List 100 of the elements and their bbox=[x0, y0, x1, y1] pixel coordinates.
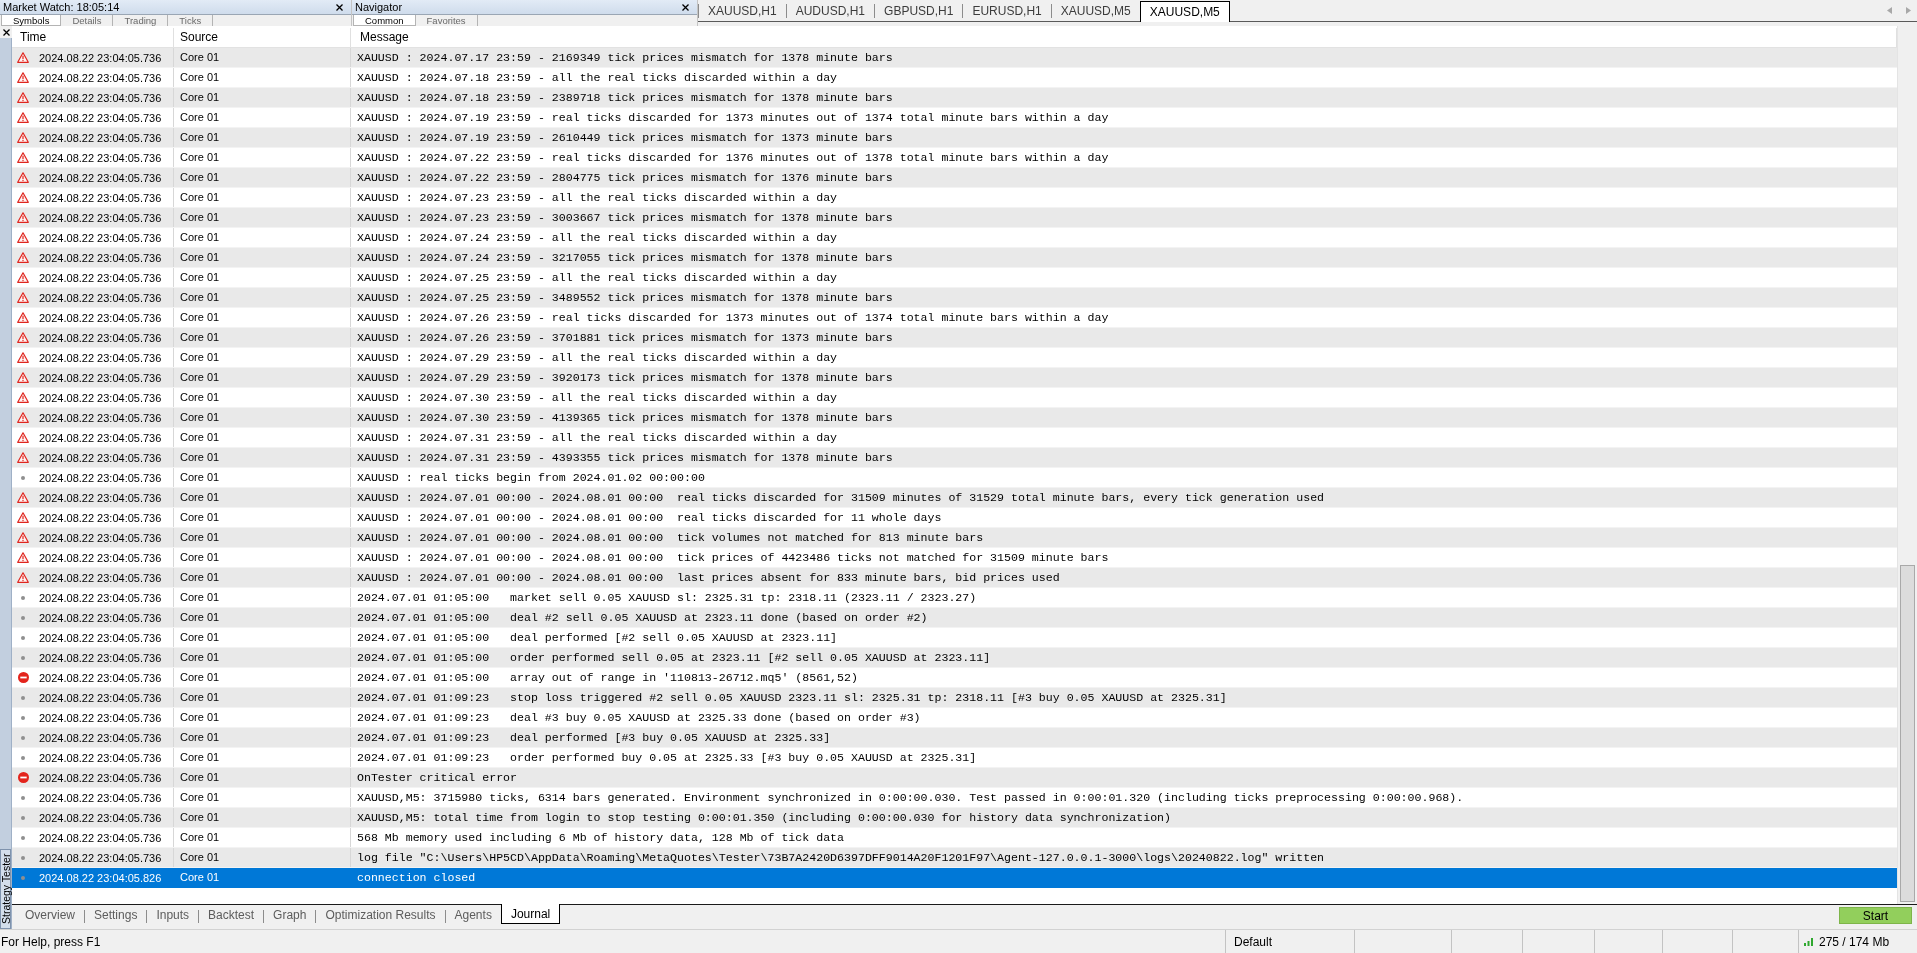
message-cell-text: 2024.07.01 01:09:23 order performed buy 0.05 at 2325.33 [#3 buy 0.05 XAUUSD at 2325.31] bbox=[356, 750, 978, 766]
close-icon[interactable] bbox=[336, 3, 343, 11]
log-row[interactable]: 2024.08.22 23:04:05.736 Core 01 XAUUSD : 2024.07.26 23:59 - real ticks discarded for 1373 minutes out of 1374 total minute bars within a day bbox=[12, 308, 1897, 328]
panel-tab[interactable]: Symbols bbox=[1, 15, 62, 26]
log-row[interactable]: 2024.08.22 23:04:05.736 Core 01 2024.07.01 01:05:00 order performed sell 0.05 at 2323.11 [#2 sell 0.05 XAUUSD at 2323.11] bbox=[12, 648, 1897, 668]
chart-tab[interactable]: AUDUSD,H1 bbox=[786, 1, 875, 20]
log-row[interactable]: 2024.08.22 23:04:05.736 Core 01 XAUUSD : 2024.07.24 23:59 - 3217055 tick prices mismatch for 1378 minute bars bbox=[12, 248, 1897, 268]
timestamp: 2024.08.22 23:04:05.736 bbox=[39, 551, 162, 564]
log-row[interactable]: 2024.08.22 23:04:05.736 Core 01 XAUUSD : 2024.07.01 00:00 - 2024.08.01 00:00 real ticks discarded for 11 whole days bbox=[12, 508, 1897, 528]
log-row[interactable]: 2024.08.22 23:04:05.736 Core 01 XAUUSD : 2024.07.01 00:00 - 2024.08.01 00:00 real ticks discarded for 31509 minutes of 31529 total minute bars, every tick generation used bbox=[12, 488, 1897, 508]
tab[interactable]: Overview bbox=[16, 905, 84, 924]
warning-icon bbox=[17, 552, 29, 563]
log-row[interactable]: 2024.08.22 23:04:05.736 Core 01 2024.07.01 01:09:23 deal performed [#3 buy 0.05 XAUUSD at 2325.33] bbox=[12, 728, 1897, 748]
source-cell: Core 01 bbox=[174, 788, 351, 807]
timestamp: 2024.08.22 23:04:05.736 bbox=[39, 571, 162, 584]
log-row[interactable]: 2024.08.22 23:04:05.736 Core 01 XAUUSD : real ticks begin from 2024.01.02 00:00:00 bbox=[12, 468, 1897, 488]
scroll-right-icon[interactable] bbox=[1906, 7, 1911, 14]
scrollbar[interactable] bbox=[1897, 26, 1917, 904]
column-header[interactable]: Source bbox=[174, 28, 351, 47]
source-cell: Core 01 bbox=[174, 468, 351, 487]
timestamp: 2024.08.22 23:04:05.736 bbox=[39, 311, 162, 324]
log-row[interactable]: 2024.08.22 23:04:05.736 Core 01 XAUUSD : 2024.07.30 23:59 - all the real ticks discarded within a day bbox=[12, 388, 1897, 408]
log-row[interactable]: 2024.08.22 23:04:05.736 Core 01 log file "C:\Users\HP5CD\AppData\Roaming\MetaQuotes\Tester\73B7A2420D6397DFF9014A20F1201F97\Agent-127.0.0.1-3000\logs\20240822.log" written bbox=[12, 848, 1897, 868]
tab[interactable]: Journal bbox=[500, 904, 561, 924]
info-dot-icon bbox=[21, 855, 25, 860]
log-row[interactable]: 2024.08.22 23:04:05.736 Core 01 XAUUSD : 2024.07.18 23:59 - 2389718 tick prices mismatch for 1378 minute bars bbox=[12, 88, 1897, 108]
log-row[interactable]: 2024.08.22 23:04:05.736 Core 01 XAUUSD : 2024.07.17 23:59 - 2169349 tick prices mismatch for 1378 minute bars bbox=[12, 48, 1897, 68]
scroll-left-icon[interactable] bbox=[1887, 7, 1892, 14]
message-cell-text: XAUUSD : 2024.07.24 23:59 - 3217055 tick prices mismatch for 1378 minute bars bbox=[356, 250, 894, 266]
close-icon[interactable] bbox=[682, 3, 689, 11]
message-cell-text: 2024.07.01 01:09:23 deal performed [#3 buy 0.05 XAUUSD at 2325.33] bbox=[356, 730, 832, 746]
source-cell: Core 01 bbox=[174, 868, 351, 887]
log-row[interactable]: 2024.08.22 23:04:05.736 Core 01 2024.07.01 01:05:00 deal #2 sell 0.05 XAUUSD at 2323.11 done (based on order #2) bbox=[12, 608, 1897, 628]
log-row[interactable]: 2024.08.22 23:04:05.736 Core 01 XAUUSD : 2024.07.24 23:59 - all the real ticks discarded within a day bbox=[12, 228, 1897, 248]
tab[interactable]: Inputs bbox=[147, 905, 199, 924]
log-row[interactable]: 2024.08.22 23:04:05.736 Core 01 XAUUSD : 2024.07.25 23:59 - 3489552 tick prices mismatch for 1378 minute bars bbox=[12, 288, 1897, 308]
tab[interactable]: Agents bbox=[445, 905, 501, 924]
log-row[interactable]: 2024.08.22 23:04:05.736 Core 01 XAUUSD : 2024.07.01 00:00 - 2024.08.01 00:00 tick prices of 4423486 ticks not matched for 31509 minute bars bbox=[12, 548, 1897, 568]
warning-icon bbox=[17, 532, 29, 543]
source-cell: Core 01 bbox=[174, 648, 351, 667]
column-header[interactable]: Time bbox=[12, 28, 174, 47]
log-row[interactable]: 2024.08.22 23:04:05.736 Core 01 2024.07.01 01:05:00 market sell 0.05 XAUUSD sl: 2325.31 tp: 2318.11 (2323.11 / 2323.27) bbox=[12, 588, 1897, 608]
source-cell: Core 01 bbox=[174, 768, 351, 787]
log-row[interactable]: 2024.08.22 23:04:05.736 Core 01 XAUUSD : 2024.07.19 23:59 - real ticks discarded for 1373 minutes out of 1374 total minute bars within a day bbox=[12, 108, 1897, 128]
close-icon[interactable] bbox=[2, 28, 10, 36]
log-row[interactable]: 2024.08.22 23:04:05.736 Core 01 XAUUSD,M5: total time from login to stop testing 0:00:01.350 (including 0:00:00.030 for history data synchronization) bbox=[12, 808, 1897, 828]
message-cell-text: XAUUSD : 2024.07.17 23:59 - 2169349 tick prices mismatch for 1378 minute bars bbox=[356, 50, 894, 66]
log-row[interactable]: 2024.08.22 23:04:05.736 Core 01 2024.07.01 01:05:00 deal performed [#2 sell 0.05 XAUUSD at 2323.11] bbox=[12, 628, 1897, 648]
timestamp: 2024.08.22 23:04:05.736 bbox=[39, 251, 162, 264]
log-row[interactable]: 2024.08.22 23:04:05.736 Core 01 XAUUSD : 2024.07.22 23:59 - real ticks discarded for 1376 minutes out of 1378 total minute bars within a day bbox=[12, 148, 1897, 168]
log-row[interactable]: 2024.08.22 23:04:05.736 Core 01 XAUUSD : 2024.07.25 23:59 - all the real ticks discarded within a day bbox=[12, 268, 1897, 288]
log-row[interactable]: 2024.08.22 23:04:05.736 Core 01 2024.07.01 01:09:23 order performed buy 0.05 at 2325.33 [#3 buy 0.05 XAUUSD at 2325.31] bbox=[12, 748, 1897, 768]
log-row[interactable]: 2024.08.22 23:04:05.736 Core 01 XAUUSD : 2024.07.26 23:59 - 3701881 tick prices mismatch for 1373 minute bars bbox=[12, 328, 1897, 348]
source-cell: Core 01 bbox=[174, 588, 351, 607]
log-row[interactable]: 2024.08.22 23:04:05.736 Core 01 568 Mb memory used including 6 Mb of history data, 128 Mb of tick data bbox=[12, 828, 1897, 848]
log-row[interactable]: 2024.08.22 23:04:05.736 Core 01 2024.07.01 01:05:00 array out of range in '110813-26712.mq5' (8561,52) bbox=[12, 668, 1897, 688]
chart-tab[interactable]: XAUUSD,H1 bbox=[699, 1, 786, 20]
source-cell: Core 01 bbox=[174, 608, 351, 627]
log-row[interactable]: 2024.08.22 23:04:05.736 Core 01 XAUUSD,M5: 3715980 ticks, 6314 bars generated. Environment synchronized in 0:00:00.030. Test passed in 0:00:01.320 (including ticks preprocessing 0:00:00.968). bbox=[12, 788, 1897, 808]
log-row[interactable]: 2024.08.22 23:04:05.736 Core 01 XAUUSD : 2024.07.31 23:59 - 4393355 tick prices mismatch for 1378 minute bars bbox=[12, 448, 1897, 468]
source-cell: Core 01 bbox=[174, 828, 351, 847]
tab[interactable]: Backtest bbox=[199, 905, 264, 924]
source-cell: Core 01 bbox=[174, 668, 351, 687]
timestamp: 2024.08.22 23:04:05.736 bbox=[39, 371, 162, 384]
start-button[interactable]: Start bbox=[1839, 907, 1912, 924]
log-row[interactable]: 2024.08.22 23:04:05.736 Core 01 OnTester critical error bbox=[12, 768, 1897, 788]
log-row[interactable]: 2024.08.22 23:04:05.736 Core 01 XAUUSD : 2024.07.23 23:59 - all the real ticks discarded within a day bbox=[12, 188, 1897, 208]
log-row[interactable]: 2024.08.22 23:04:05.736 Core 01 2024.07.01 01:09:23 deal #3 buy 0.05 XAUUSD at 2325.33 done (based on order #3) bbox=[12, 708, 1897, 728]
log-row[interactable]: 2024.08.22 23:04:05.736 Core 01 2024.07.01 01:09:23 stop loss triggered #2 sell 0.05 XAUUSD 2323.11 sl: 2325.31 tp: 2318.11 [#3 buy 0.05 XAUUSD at 2325.31] bbox=[12, 688, 1897, 708]
tab[interactable]: Settings bbox=[85, 905, 147, 924]
log-row[interactable]: 2024.08.22 23:04:05.736 Core 01 XAUUSD : 2024.07.01 00:00 - 2024.08.01 00:00 tick volumes not matched for 813 minute bars bbox=[12, 528, 1897, 548]
warning-icon bbox=[17, 352, 29, 363]
tab[interactable]: Graph bbox=[264, 905, 316, 924]
log-row[interactable]: 2024.08.22 23:04:05.736 Core 01 XAUUSD : 2024.07.23 23:59 - 3003667 tick prices mismatch for 1378 minute bars bbox=[12, 208, 1897, 228]
log-row[interactable]: 2024.08.22 23:04:05.736 Core 01 XAUUSD : 2024.07.19 23:59 - 2610449 tick prices mismatch for 1373 minute bars bbox=[12, 128, 1897, 148]
chart-tab[interactable]: XAUUSD,M5 bbox=[1051, 1, 1140, 20]
chart-tab[interactable]: GBPUSD,H1 bbox=[875, 1, 963, 20]
source-cell: Core 01 bbox=[174, 728, 351, 747]
log-row[interactable]: 2024.08.22 23:04:05.736 Core 01 XAUUSD : 2024.07.01 00:00 - 2024.08.01 00:00 last prices absent for 833 minute bars, bid prices used bbox=[12, 568, 1897, 588]
chart-tab[interactable]: XAUUSD,M5 bbox=[1139, 1, 1230, 22]
info-dot-icon bbox=[21, 815, 25, 820]
message-cell-text: XAUUSD : 2024.07.31 23:59 - 4393355 tick prices mismatch for 1378 minute bars bbox=[356, 450, 894, 466]
log-row[interactable]: 2024.08.22 23:04:05.826 Core 01 connection closed bbox=[12, 868, 1897, 888]
source-cell: Core 01 bbox=[174, 708, 351, 727]
scrollbar-thumb[interactable] bbox=[1900, 564, 1915, 902]
log-row[interactable]: 2024.08.22 23:04:05.736 Core 01 XAUUSD : 2024.07.30 23:59 - 4139365 tick prices mismatch for 1378 minute bars bbox=[12, 408, 1897, 428]
chart-tab[interactable]: EURUSD,H1 bbox=[963, 1, 1051, 20]
log-row[interactable]: 2024.08.22 23:04:05.736 Core 01 XAUUSD : 2024.07.22 23:59 - 2804775 tick prices mismatch for 1376 minute bars bbox=[12, 168, 1897, 188]
log-row[interactable]: 2024.08.22 23:04:05.736 Core 01 XAUUSD : 2024.07.29 23:59 - 3920173 tick prices mismatch for 1378 minute bars bbox=[12, 368, 1897, 388]
warning-icon bbox=[17, 112, 29, 123]
tab[interactable]: Optimization Results bbox=[316, 905, 445, 924]
log-row[interactable]: 2024.08.22 23:04:05.736 Core 01 XAUUSD : 2024.07.18 23:59 - all the real ticks discarded within a day bbox=[12, 68, 1897, 88]
side-tab[interactable]: Strategy Tester bbox=[0, 849, 11, 929]
message-cell-text: XAUUSD : 2024.07.01 00:00 - 2024.08.01 00:00 real ticks discarded for 11 whole days bbox=[356, 510, 943, 526]
message-cell-text: XAUUSD : 2024.07.19 23:59 - 2610449 tick prices mismatch for 1373 minute bars bbox=[356, 130, 894, 146]
log-row[interactable]: 2024.08.22 23:04:05.736 Core 01 XAUUSD : 2024.07.29 23:59 - all the real ticks discarded within a day bbox=[12, 348, 1897, 368]
source-cell: Core 01 bbox=[174, 168, 351, 187]
warning-icon bbox=[17, 172, 29, 183]
source-cell: Core 01 bbox=[174, 688, 351, 707]
log-row[interactable]: 2024.08.22 23:04:05.736 Core 01 XAUUSD : 2024.07.31 23:59 - all the real ticks discarded within a day bbox=[12, 428, 1897, 448]
